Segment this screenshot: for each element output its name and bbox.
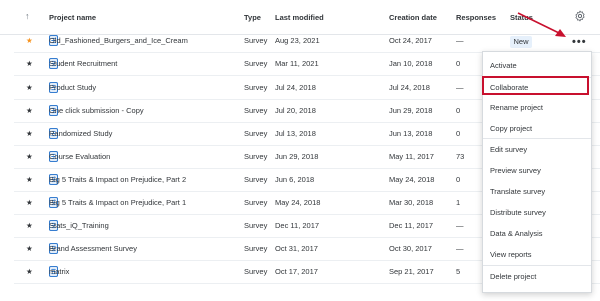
- responses-count: 0: [456, 129, 461, 138]
- collaborate-highlight-box: [482, 76, 589, 95]
- last-modified: Oct 31, 2017: [275, 244, 318, 253]
- project-name[interactable]: Stats_iQ_Training: [49, 221, 109, 230]
- creation-date: May 24, 2018: [389, 175, 435, 184]
- project-name[interactable]: Big 5 Traits & Impact on Prejudice, Part…: [49, 175, 186, 184]
- responses-count: —: [456, 244, 464, 253]
- creation-date: Jul 24, 2018: [389, 83, 430, 92]
- responses-count: —: [456, 221, 464, 230]
- last-modified: Jul 24, 2018: [275, 83, 316, 92]
- star-icon[interactable]: ★: [26, 198, 33, 207]
- responses-count: —: [456, 83, 464, 92]
- last-modified: May 24, 2018: [275, 198, 321, 207]
- last-modified: Dec 11, 2017: [275, 221, 320, 230]
- project-name[interactable]: Course Evaluation: [49, 152, 110, 161]
- responses-count: 73: [456, 152, 465, 161]
- responses-count: 0: [456, 106, 461, 115]
- menu-divider: [483, 138, 591, 139]
- last-modified: Jun 29, 2018: [275, 152, 319, 161]
- project-name[interactable]: matrix: [49, 267, 69, 276]
- creation-date: Jan 10, 2018: [389, 59, 433, 68]
- project-name[interactable]: Big 5 Traits & Impact on Prejudice, Part…: [49, 198, 186, 207]
- project-type: Survey: [244, 59, 268, 68]
- star-icon[interactable]: ★: [26, 244, 33, 253]
- project-type: Survey: [244, 152, 268, 161]
- star-icon[interactable]: ★: [26, 129, 33, 138]
- responses-count: 0: [456, 59, 461, 68]
- star-icon[interactable]: ★: [26, 59, 33, 68]
- star-icon[interactable]: ★: [26, 221, 33, 230]
- last-modified: Oct 17, 2017: [275, 267, 318, 276]
- project-type: Survey: [244, 267, 268, 276]
- responses-count: 0: [456, 175, 461, 184]
- creation-date: Sep 21, 2017: [389, 267, 434, 276]
- project-name[interactable]: Brand Assessment Survey: [49, 244, 137, 253]
- project-type: Survey: [244, 83, 268, 92]
- star-icon[interactable]: ★: [26, 175, 33, 184]
- project-name[interactable]: Student Recruitment: [49, 59, 117, 68]
- creation-date: Jun 29, 2018: [389, 106, 433, 115]
- project-type: Survey: [244, 221, 268, 230]
- responses-count: 5: [456, 267, 461, 276]
- last-modified: Jul 20, 2018: [275, 106, 316, 115]
- menu-divider: [483, 265, 591, 266]
- last-modified: Jul 13, 2018: [275, 129, 316, 138]
- project-type: Survey: [244, 244, 268, 253]
- star-icon[interactable]: ★: [26, 152, 33, 161]
- star-icon[interactable]: ★: [26, 83, 33, 92]
- project-type: Survey: [244, 175, 268, 184]
- project-name[interactable]: Product Study: [49, 83, 96, 92]
- project-type: Survey: [244, 106, 268, 115]
- creation-date: Oct 30, 2017: [389, 244, 432, 253]
- project-type: Survey: [244, 129, 268, 138]
- creation-date: Dec 11, 2017: [389, 221, 434, 230]
- responses-count: 1: [456, 198, 461, 207]
- star-icon[interactable]: ★: [26, 106, 33, 115]
- last-modified: Mar 11, 2021: [275, 59, 319, 68]
- project-name[interactable]: Randomized Study: [49, 129, 112, 138]
- creation-date: Jun 13, 2018: [389, 129, 433, 138]
- project-name[interactable]: One click submission - Copy: [49, 106, 144, 115]
- last-modified: Jun 6, 2018: [275, 175, 315, 184]
- creation-date: May 11, 2017: [389, 152, 434, 161]
- creation-date: Mar 30, 2018: [389, 198, 434, 207]
- project-type: Survey: [244, 198, 268, 207]
- star-icon[interactable]: ★: [26, 267, 33, 276]
